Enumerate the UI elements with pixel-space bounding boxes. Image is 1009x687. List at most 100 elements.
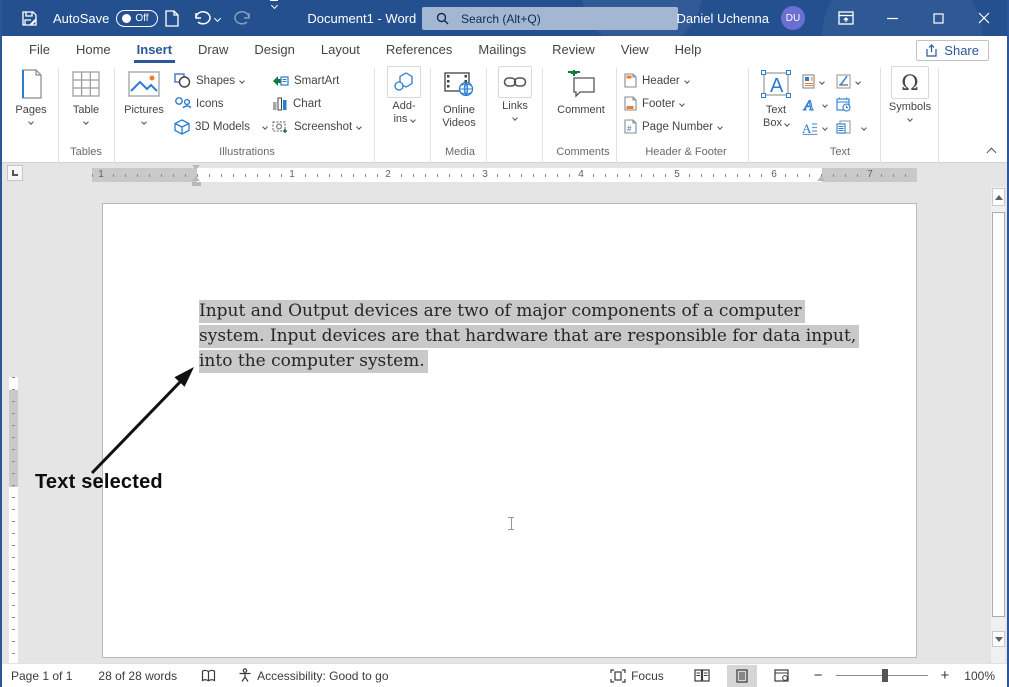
close-button[interactable] (961, 0, 1007, 36)
smartart-button[interactable]: SmartArt (272, 70, 339, 91)
horizontal-ruler[interactable]: 1 1 2 3 4 5 6 7 (92, 168, 917, 182)
customize-quick-access-toolbar-icon[interactable] (263, 0, 285, 36)
left-indent-marker[interactable] (192, 182, 201, 186)
scroll-up-button[interactable] (992, 188, 1005, 206)
vertical-scrollbar[interactable] (990, 187, 1005, 663)
search-icon (436, 12, 449, 25)
3d-models-icon (174, 119, 190, 135)
tab-draw[interactable]: Draw (185, 36, 241, 63)
add-ins-dropdown-icon (410, 117, 416, 123)
save-button[interactable] (14, 0, 45, 36)
vertical-ruler[interactable] (9, 377, 18, 663)
avatar[interactable]: DU (781, 6, 805, 30)
annotation-arrow (80, 355, 205, 480)
add-ins-label-1: Add- (392, 100, 415, 113)
tab-review[interactable]: Review (539, 36, 608, 63)
first-line-indent-marker[interactable] (192, 165, 200, 170)
document-page[interactable] (102, 203, 917, 658)
scrollbar-thumb[interactable] (992, 212, 1005, 617)
ruler-number: 2 (382, 169, 394, 181)
header-button[interactable]: Header (624, 70, 689, 91)
undo-dropdown-icon[interactable] (214, 14, 221, 21)
search-placeholder: Search (Alt+Q) (461, 12, 541, 26)
zoom-level[interactable]: 100% (954, 669, 999, 683)
shapes-button[interactable]: Shapes (174, 70, 244, 91)
new-document-button[interactable] (158, 0, 186, 36)
text-box-button[interactable]: A Text Box (754, 66, 798, 146)
autosave-label: AutoSave (53, 11, 109, 26)
proofing-errors-button[interactable] (192, 664, 225, 687)
print-layout-button[interactable] (727, 665, 757, 687)
quick-parts-button[interactable] (802, 71, 824, 92)
symbols-button[interactable]: Ω Symbols (886, 66, 934, 146)
document-text[interactable]: Input and Output devices are two of majo… (199, 299, 859, 374)
icons-button[interactable]: Icons (174, 93, 224, 114)
zoom-in-button[interactable]: + (936, 664, 955, 687)
user-name[interactable]: Daniel Uchenna (676, 11, 769, 26)
tab-mailings[interactable]: Mailings (465, 36, 539, 63)
tab-design[interactable]: Design (241, 36, 307, 63)
pages-button[interactable]: Pages (10, 66, 52, 146)
tab-insert[interactable]: Insert (124, 36, 185, 63)
tab-file[interactable]: File (16, 36, 63, 63)
date-time-button[interactable] (836, 94, 851, 115)
accessibility-status[interactable]: Accessibility: Good to go (229, 664, 397, 687)
add-ins-button[interactable]: Add- ins (382, 66, 426, 146)
tab-home[interactable]: Home (63, 36, 124, 63)
web-layout-button[interactable] (767, 665, 797, 687)
svg-text:A: A (803, 98, 814, 112)
word-window: AutoSave Off Document1 - Word (0, 0, 1009, 687)
tab-help[interactable]: Help (662, 36, 715, 63)
minimize-button[interactable] (869, 0, 915, 36)
tab-view[interactable]: View (608, 36, 662, 63)
chart-button[interactable]: Chart (272, 93, 321, 114)
hanging-indent-marker[interactable] (192, 176, 200, 181)
table-label: Table (73, 104, 99, 117)
signature-line-button[interactable] (836, 71, 860, 92)
page-number-dropdown-icon (717, 124, 723, 130)
word-count[interactable]: 28 of 28 words (89, 664, 186, 687)
read-mode-button[interactable] (687, 665, 717, 687)
maximize-button[interactable] (915, 0, 961, 36)
page-indicator[interactable]: Page 1 of 1 (2, 664, 81, 687)
ribbon-display-options-button[interactable] (823, 0, 869, 36)
object-icon (836, 120, 851, 135)
header-icon (624, 73, 637, 88)
links-button[interactable]: Links (492, 66, 538, 146)
zoom-out-button[interactable]: − (809, 664, 828, 687)
zoom-slider[interactable] (836, 675, 928, 676)
tab-layout[interactable]: Layout (308, 36, 373, 63)
selected-text-line: into the computer system. (199, 349, 859, 374)
text-box-label-2: Box (763, 117, 782, 130)
autosave-toggle[interactable]: Off (116, 10, 158, 27)
search-input[interactable]: Search (Alt+Q) (422, 7, 678, 30)
collapse-ribbon-icon[interactable] (987, 148, 997, 158)
share-icon (926, 44, 939, 57)
pictures-button[interactable]: Pictures (120, 66, 168, 146)
text-box-icon: A (760, 69, 792, 99)
undo-button[interactable] (186, 0, 227, 36)
3d-models-button[interactable]: 3D Models (174, 116, 267, 137)
comment-button[interactable]: Comment (548, 66, 614, 146)
page-number-button[interactable]: # Page Number (624, 116, 722, 137)
autosave-control[interactable]: AutoSave Off (53, 10, 158, 27)
minus-icon: − (811, 667, 826, 684)
footer-button[interactable]: Footer (624, 93, 684, 114)
share-button[interactable]: Share (916, 40, 989, 61)
right-indent-marker[interactable] (817, 176, 825, 181)
wordart-button[interactable]: A (802, 94, 827, 115)
object-button[interactable] (836, 117, 866, 138)
autosave-state: Off (135, 13, 148, 24)
proofing-icon (201, 669, 216, 683)
ruler-row: 1 1 2 3 4 5 6 7 (2, 163, 1007, 187)
tab-stop-selector[interactable] (7, 165, 23, 181)
online-videos-button[interactable]: Online Videos (436, 66, 482, 146)
table-button[interactable]: Table (64, 66, 108, 146)
table-icon (72, 71, 100, 97)
screenshot-button[interactable]: Screenshot (272, 116, 361, 137)
focus-button[interactable]: Focus (601, 664, 673, 687)
zoom-slider-thumb[interactable] (882, 669, 888, 682)
scroll-down-button[interactable] (992, 631, 1005, 647)
drop-cap-button[interactable]: A (802, 117, 827, 138)
tab-references[interactable]: References (373, 36, 465, 63)
